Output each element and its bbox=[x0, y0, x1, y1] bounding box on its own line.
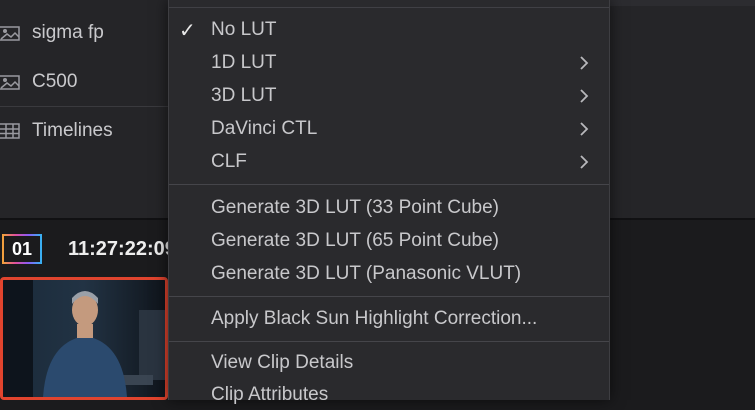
menu-separator bbox=[169, 296, 609, 297]
clip-number-badge[interactable]: 01 bbox=[2, 234, 42, 264]
clip-thumbnail-image bbox=[3, 280, 165, 397]
bin-label: Timelines bbox=[32, 120, 113, 141]
lut-context-menu: ✓ No LUT 1D LUT 3D LUT DaVinci CTL CLF G… bbox=[168, 0, 610, 405]
chevron-right-icon bbox=[580, 155, 589, 169]
menu-item-3d-lut[interactable]: 3D LUT bbox=[169, 81, 609, 111]
bin-item-c500[interactable]: C500 bbox=[0, 65, 77, 99]
menu-item-generate-vlut[interactable]: Generate 3D LUT (Panasonic VLUT) bbox=[169, 259, 609, 289]
timeline-icon bbox=[0, 122, 22, 140]
menu-separator bbox=[169, 7, 609, 8]
menu-item-1d-lut[interactable]: 1D LUT bbox=[169, 48, 609, 78]
menu-item-label: DaVinci CTL bbox=[211, 118, 318, 139]
menu-item-clip-attributes[interactable]: Clip Attributes bbox=[169, 380, 609, 410]
checkmark-icon: ✓ bbox=[179, 19, 196, 42]
menu-item-label: Generate 3D LUT (Panasonic VLUT) bbox=[211, 263, 522, 284]
clip-bin-icon bbox=[0, 73, 22, 91]
menu-item-label: View Clip Details bbox=[211, 352, 354, 373]
menu-item-label: 1D LUT bbox=[211, 52, 277, 73]
clip-thumbnail[interactable] bbox=[0, 277, 168, 400]
chevron-right-icon bbox=[580, 56, 589, 70]
bin-label: sigma fp bbox=[32, 22, 104, 43]
bin-label: C500 bbox=[32, 71, 78, 92]
viewer-panel-header bbox=[608, 0, 755, 6]
menu-item-label: Generate 3D LUT (33 Point Cube) bbox=[211, 197, 499, 218]
menu-item-generate-65[interactable]: Generate 3D LUT (65 Point Cube) bbox=[169, 226, 609, 256]
menu-item-label: No LUT bbox=[211, 19, 277, 40]
menu-item-no-lut[interactable]: ✓ No LUT bbox=[169, 15, 609, 45]
menu-separator bbox=[169, 184, 609, 185]
menu-item-clf[interactable]: CLF bbox=[169, 147, 609, 177]
chevron-right-icon bbox=[580, 89, 589, 103]
menu-item-label: Clip Attributes bbox=[211, 384, 329, 405]
menu-item-generate-33[interactable]: Generate 3D LUT (33 Point Cube) bbox=[169, 193, 609, 223]
viewer-panel bbox=[608, 0, 755, 218]
menu-item-label: Generate 3D LUT (65 Point Cube) bbox=[211, 230, 499, 251]
menu-item-davinci-ctl[interactable]: DaVinci CTL bbox=[169, 114, 609, 144]
clip-bin-icon bbox=[0, 24, 22, 42]
bin-item-timelines[interactable]: Timelines bbox=[0, 114, 113, 148]
clip-timecode: 11:27:22:09 bbox=[68, 238, 176, 260]
menu-item-label: Apply Black Sun Highlight Correction... bbox=[211, 308, 538, 329]
menu-item-label: 3D LUT bbox=[211, 85, 277, 106]
bin-separator bbox=[0, 106, 168, 107]
menu-item-black-sun[interactable]: Apply Black Sun Highlight Correction... bbox=[169, 304, 609, 334]
chevron-right-icon bbox=[580, 122, 589, 136]
menu-item-view-clip-details[interactable]: View Clip Details bbox=[169, 348, 609, 378]
menu-separator bbox=[169, 341, 609, 342]
bin-item-sigma-fp[interactable]: sigma fp bbox=[0, 16, 104, 50]
menu-item-label: CLF bbox=[211, 151, 247, 172]
media-pool-panel: sigma fp C500 Timelines bbox=[0, 0, 168, 218]
